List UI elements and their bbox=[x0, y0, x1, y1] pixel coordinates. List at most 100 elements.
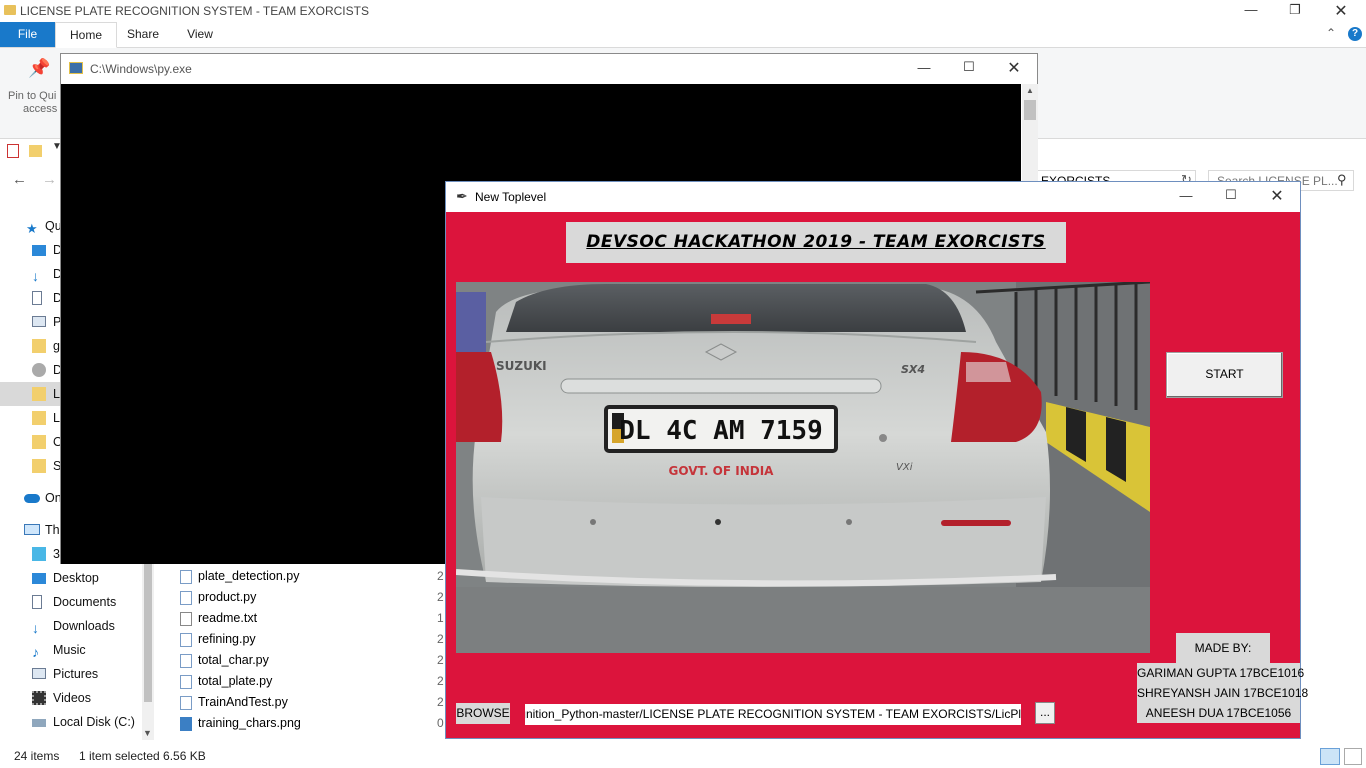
brand-text: SUZUKI bbox=[496, 359, 547, 373]
console-title: C:\Windows\py.exe bbox=[90, 62, 192, 76]
nav-item-downloads[interactable]: ↓ Downloads bbox=[0, 614, 155, 638]
python-file-icon bbox=[180, 570, 192, 584]
nav-label: Desktop bbox=[53, 571, 99, 585]
nav-label: Videos bbox=[53, 691, 91, 705]
toplevel-title: New Toplevel bbox=[475, 190, 547, 204]
forward-arrow-icon[interactable]: → bbox=[42, 171, 57, 188]
toplevel-titlebar[interactable]: ✒ New Toplevel — ☐ ✕ bbox=[446, 182, 1300, 212]
status-bar: 24 items 1 item selected 6.56 KB bbox=[0, 745, 1366, 768]
maximize-icon[interactable]: ☐ bbox=[1208, 187, 1254, 203]
file-name: product.py bbox=[198, 590, 257, 604]
minimize-icon[interactable]: — bbox=[1228, 2, 1274, 17]
new-folder-icon[interactable] bbox=[29, 145, 42, 157]
credit-line: SHREYANSH JAIN 17BCE1018 bbox=[1137, 686, 1309, 700]
car-photo: SUZUKI SX4 DL 4C AM 7159 GOVT. OF INDIA … bbox=[456, 282, 1150, 653]
thumbnail-view-icon[interactable] bbox=[1344, 748, 1362, 765]
tab-view[interactable]: View bbox=[178, 22, 222, 47]
list-item[interactable]: plate_detection.py 2 bbox=[180, 566, 460, 587]
credit-line: ANEESH DUA 17BCE1056 bbox=[1145, 706, 1292, 720]
music-note-icon: ♪ bbox=[32, 644, 39, 660]
list-item[interactable]: readme.txt 1 bbox=[180, 608, 460, 629]
pictures-icon bbox=[32, 316, 46, 327]
start-button[interactable]: START bbox=[1166, 352, 1283, 398]
restore-icon[interactable]: ❐ bbox=[1272, 2, 1318, 18]
search-icon[interactable]: ⚲ bbox=[1337, 172, 1347, 188]
python-file-icon bbox=[180, 591, 192, 605]
drive-icon bbox=[32, 719, 46, 727]
plate-text: DL 4C AM 7159 bbox=[619, 416, 823, 446]
nav-label: Music bbox=[53, 643, 86, 657]
console-titlebar[interactable]: C:\Windows\py.exe — ☐ ✕ bbox=[61, 54, 1037, 84]
folder-icon bbox=[32, 411, 46, 425]
help-icon[interactable]: ? bbox=[1348, 27, 1362, 41]
text-file-icon bbox=[180, 612, 192, 626]
list-item[interactable]: refining.py 2 bbox=[180, 629, 460, 650]
list-item[interactable]: product.py 2 bbox=[180, 587, 460, 608]
file-name: training_chars.png bbox=[198, 716, 301, 730]
properties-icon[interactable] bbox=[7, 144, 19, 158]
file-path-entry[interactable]: Recognition_Python-master/LICENSE PLATE … bbox=[525, 704, 1021, 725]
folder-icon bbox=[32, 435, 46, 449]
pin-quick-access-label-2[interactable]: access bbox=[23, 103, 57, 115]
details-view-icon[interactable] bbox=[1320, 748, 1340, 765]
file-name: readme.txt bbox=[198, 611, 258, 625]
nav-label: Pictures bbox=[53, 667, 99, 681]
nav-label: L bbox=[53, 387, 60, 401]
model-text: SX4 bbox=[901, 363, 925, 376]
document-icon bbox=[32, 291, 42, 305]
credit-line: GARIMAN GUPTA 17BCE1016 bbox=[1137, 666, 1305, 680]
cube-icon bbox=[32, 547, 46, 561]
file-name: total_char.py bbox=[198, 653, 269, 667]
close-icon[interactable]: ✕ bbox=[991, 58, 1037, 78]
close-icon[interactable]: ✕ bbox=[1318, 1, 1364, 21]
car-photo-drawing: SUZUKI SX4 DL 4C AM 7159 GOVT. OF INDIA … bbox=[456, 282, 1150, 653]
film-icon bbox=[32, 691, 46, 705]
scrollbar-thumb[interactable] bbox=[144, 562, 152, 702]
scroll-down-icon[interactable]: ▼ bbox=[143, 728, 152, 738]
govt-text: GOVT. OF INDIA bbox=[669, 464, 775, 478]
nav-item-desktop[interactable]: Desktop bbox=[0, 566, 155, 590]
nav-scrollbar[interactable] bbox=[142, 560, 154, 740]
list-item[interactable]: TrainAndTest.py 2 bbox=[180, 692, 460, 713]
drive-icon bbox=[32, 363, 46, 377]
list-item[interactable]: total_char.py 2 bbox=[180, 650, 460, 671]
nav-item-videos[interactable]: Videos bbox=[0, 686, 155, 710]
chevron-up-icon[interactable]: ⌃ bbox=[1326, 26, 1336, 40]
maximize-icon[interactable]: ☐ bbox=[946, 59, 992, 75]
pin-quick-access-label-1[interactable]: Pin to Qui bbox=[8, 90, 56, 102]
minimize-icon[interactable]: — bbox=[901, 60, 947, 75]
pin-icon[interactable]: 📌 bbox=[28, 58, 50, 80]
page-title: DEVSOC HACKATHON 2019 - TEAM EXORCISTS bbox=[566, 222, 1066, 263]
tab-home[interactable]: Home bbox=[55, 22, 117, 48]
python-file-icon bbox=[180, 633, 192, 647]
back-arrow-icon[interactable]: ← bbox=[12, 171, 27, 188]
scrollbar-thumb[interactable] bbox=[1024, 100, 1036, 120]
folder-icon bbox=[32, 339, 46, 353]
list-item[interactable]: training_chars.png 0 bbox=[180, 713, 460, 734]
browse-dots-button[interactable]: ... bbox=[1035, 702, 1055, 724]
image-file-icon bbox=[180, 717, 192, 731]
minimize-icon[interactable]: — bbox=[1163, 188, 1209, 203]
nav-label: L bbox=[53, 411, 60, 425]
nav-label: Th bbox=[45, 523, 60, 537]
file-name: refining.py bbox=[198, 632, 256, 646]
made-by-label: MADE BY: bbox=[1176, 633, 1270, 664]
browse-button[interactable]: BROWSE bbox=[456, 703, 510, 724]
folder-icon bbox=[4, 5, 16, 15]
explorer-titlebar[interactable]: LICENSE PLATE RECOGNITION SYSTEM - TEAM … bbox=[0, 0, 1366, 22]
explorer-title: LICENSE PLATE RECOGNITION SYSTEM - TEAM … bbox=[20, 4, 369, 18]
selection-info: 1 item selected 6.56 KB bbox=[79, 749, 206, 763]
folder-icon bbox=[32, 459, 46, 473]
file-path-value: Recognition_Python-master/LICENSE PLATE … bbox=[525, 707, 1021, 721]
nav-item-documents[interactable]: Documents bbox=[0, 590, 155, 614]
scroll-up-icon[interactable]: ▲ bbox=[1026, 86, 1034, 95]
nav-item-pictures[interactable]: Pictures bbox=[0, 662, 155, 686]
close-icon[interactable]: ✕ bbox=[1254, 186, 1300, 206]
tab-file[interactable]: File bbox=[0, 22, 55, 47]
list-item[interactable]: total_plate.py 2 bbox=[180, 671, 460, 692]
tab-share[interactable]: Share bbox=[120, 22, 166, 47]
folder-icon bbox=[32, 387, 46, 401]
nav-item-local-disk[interactable]: Local Disk (C:) bbox=[0, 710, 155, 734]
file-name: total_plate.py bbox=[198, 674, 273, 688]
nav-item-music[interactable]: ♪ Music bbox=[0, 638, 155, 662]
